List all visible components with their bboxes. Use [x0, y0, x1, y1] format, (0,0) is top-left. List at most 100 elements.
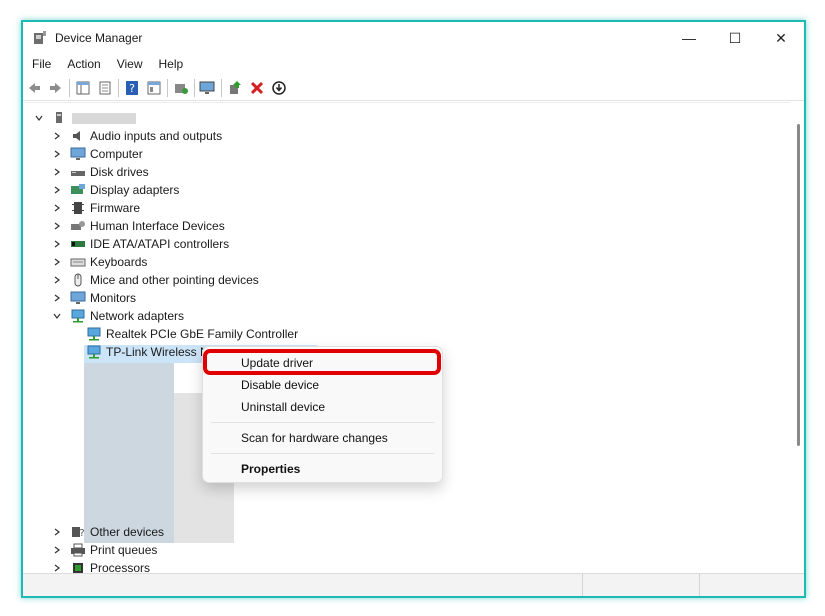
view-button[interactable]	[143, 77, 165, 99]
computer-root-icon	[52, 110, 68, 126]
chevron-right-icon[interactable]	[50, 129, 64, 143]
menu-scan-hardware[interactable]: Scan for hardware changes	[241, 431, 388, 445]
hid-icon	[70, 218, 86, 234]
scrollbar-thumb[interactable]	[797, 124, 800, 446]
menu-file[interactable]: File	[25, 57, 58, 71]
keyboard-icon	[70, 254, 86, 270]
tree-category-item[interactable]: Monitors	[50, 289, 136, 307]
chevron-right-icon[interactable]	[50, 147, 64, 161]
other-devices-icon: ?	[70, 524, 86, 540]
menu-disable-device[interactable]: Disable device	[241, 378, 319, 392]
tree-category-item[interactable]: ? Other devices	[50, 523, 164, 541]
chevron-right-icon[interactable]	[50, 201, 64, 215]
disable-icon	[272, 81, 286, 95]
monitor-icon	[70, 146, 86, 162]
chevron-right-icon[interactable]	[50, 165, 64, 179]
update-driver-highlight	[203, 349, 441, 375]
tree-category-item[interactable]: Mice and other pointing devices	[50, 271, 259, 289]
status-bar	[23, 573, 804, 596]
tree-category-item[interactable]: IDE ATA/ATAPI controllers	[50, 235, 229, 253]
toolbar: ?	[23, 76, 804, 101]
chevron-right-icon[interactable]	[50, 561, 64, 573]
tree-category-item[interactable]: Network adapters	[50, 307, 184, 325]
tree-category-item[interactable]: Processors	[50, 559, 150, 573]
tree-category-item[interactable]: Computer	[50, 145, 143, 163]
menu-help[interactable]: Help	[152, 57, 191, 71]
network-icon	[86, 344, 102, 360]
svg-text:?: ?	[79, 528, 84, 539]
tree-category-item[interactable]: Print queues	[50, 541, 157, 559]
details-button[interactable]	[94, 77, 116, 99]
tree-item-label: Mice and other pointing devices	[90, 273, 259, 287]
add-driver-button[interactable]	[224, 77, 246, 99]
tree-item-label: Keyboards	[90, 255, 148, 269]
chevron-right-icon[interactable]	[50, 237, 64, 251]
ide-icon	[70, 236, 86, 252]
view-icon	[147, 81, 161, 95]
chevron-right-icon[interactable]	[50, 255, 64, 269]
disable-button[interactable]	[268, 77, 290, 99]
tree-item-label: Monitors	[90, 291, 137, 305]
forward-button[interactable]	[45, 77, 67, 99]
tree-device-item[interactable]: Realtek PCIe GbE Family Controller	[80, 325, 298, 343]
tree-category-item[interactable]: Human Interface Devices	[50, 217, 225, 235]
tree-category-item[interactable]: Firmware	[50, 199, 140, 217]
toolbar-separator	[221, 79, 222, 97]
update-button[interactable]	[170, 77, 192, 99]
tree-item-label: Realtek PCIe GbE Family Controller	[106, 327, 299, 341]
network-icon	[86, 326, 102, 342]
tree-item-label: Human Interface Devices	[90, 219, 225, 233]
toolbar-separator	[69, 79, 70, 97]
help-icon: ?	[126, 81, 138, 95]
scan-button[interactable]	[197, 77, 219, 99]
status-pane	[699, 574, 700, 596]
chevron-right-icon[interactable]	[50, 273, 64, 287]
tree-category-item[interactable]: Audio inputs and outputs	[50, 127, 222, 145]
vertical-scrollbar[interactable]	[792, 102, 804, 572]
back-button[interactable]	[23, 77, 45, 99]
tree-item-label: Processors	[90, 561, 151, 573]
chevron-down-icon[interactable]	[50, 309, 64, 323]
chevron-right-icon[interactable]	[50, 183, 64, 197]
maximize-button[interactable]: ☐	[712, 22, 758, 54]
back-icon	[29, 83, 40, 93]
scan-icon	[199, 81, 215, 94]
obscured-area	[84, 363, 174, 543]
menu-separator	[211, 453, 434, 454]
menu-properties[interactable]: Properties	[241, 462, 300, 476]
close-icon: ✕	[775, 29, 787, 46]
tree-item-label: Other devices	[90, 525, 165, 539]
tree-item-label: Print queues	[90, 543, 158, 557]
chevron-down-icon[interactable]	[32, 111, 46, 125]
tree-root[interactable]	[32, 109, 136, 127]
minimize-button[interactable]: —	[666, 22, 712, 54]
device-tree: Audio inputs and outputs Computer Disk dri…	[24, 102, 790, 573]
toolbar-separator	[118, 79, 119, 97]
uninstall-icon	[250, 81, 264, 95]
tree-item-label: Disk drives	[90, 165, 149, 179]
properties-grid-icon	[76, 81, 90, 95]
help-button[interactable]: ?	[121, 77, 143, 99]
monitor-icon	[70, 290, 86, 306]
tree-item-label: Audio inputs and outputs	[90, 129, 223, 143]
device-manager-icon	[32, 30, 48, 46]
forward-icon	[50, 83, 61, 93]
tree-category-item[interactable]: Keyboards	[50, 253, 147, 271]
chevron-right-icon[interactable]	[50, 525, 64, 539]
menu-action[interactable]: Action	[60, 57, 107, 71]
close-button[interactable]: ✕	[758, 22, 804, 54]
properties-grid-button[interactable]	[72, 77, 94, 99]
tree-category-item[interactable]: Display adapters	[50, 181, 179, 199]
chevron-right-icon[interactable]	[50, 543, 64, 557]
status-pane	[582, 574, 583, 596]
menu-separator	[211, 422, 434, 423]
menu-view[interactable]: View	[110, 57, 150, 71]
update-icon	[175, 84, 188, 94]
chevron-right-icon[interactable]	[50, 291, 64, 305]
firmware-icon	[70, 200, 86, 216]
menu-uninstall-device[interactable]: Uninstall device	[241, 400, 325, 414]
window-title: Device Manager	[55, 31, 143, 45]
uninstall-button[interactable]	[246, 77, 268, 99]
tree-category-item[interactable]: Disk drives	[50, 163, 149, 181]
chevron-right-icon[interactable]	[50, 219, 64, 233]
